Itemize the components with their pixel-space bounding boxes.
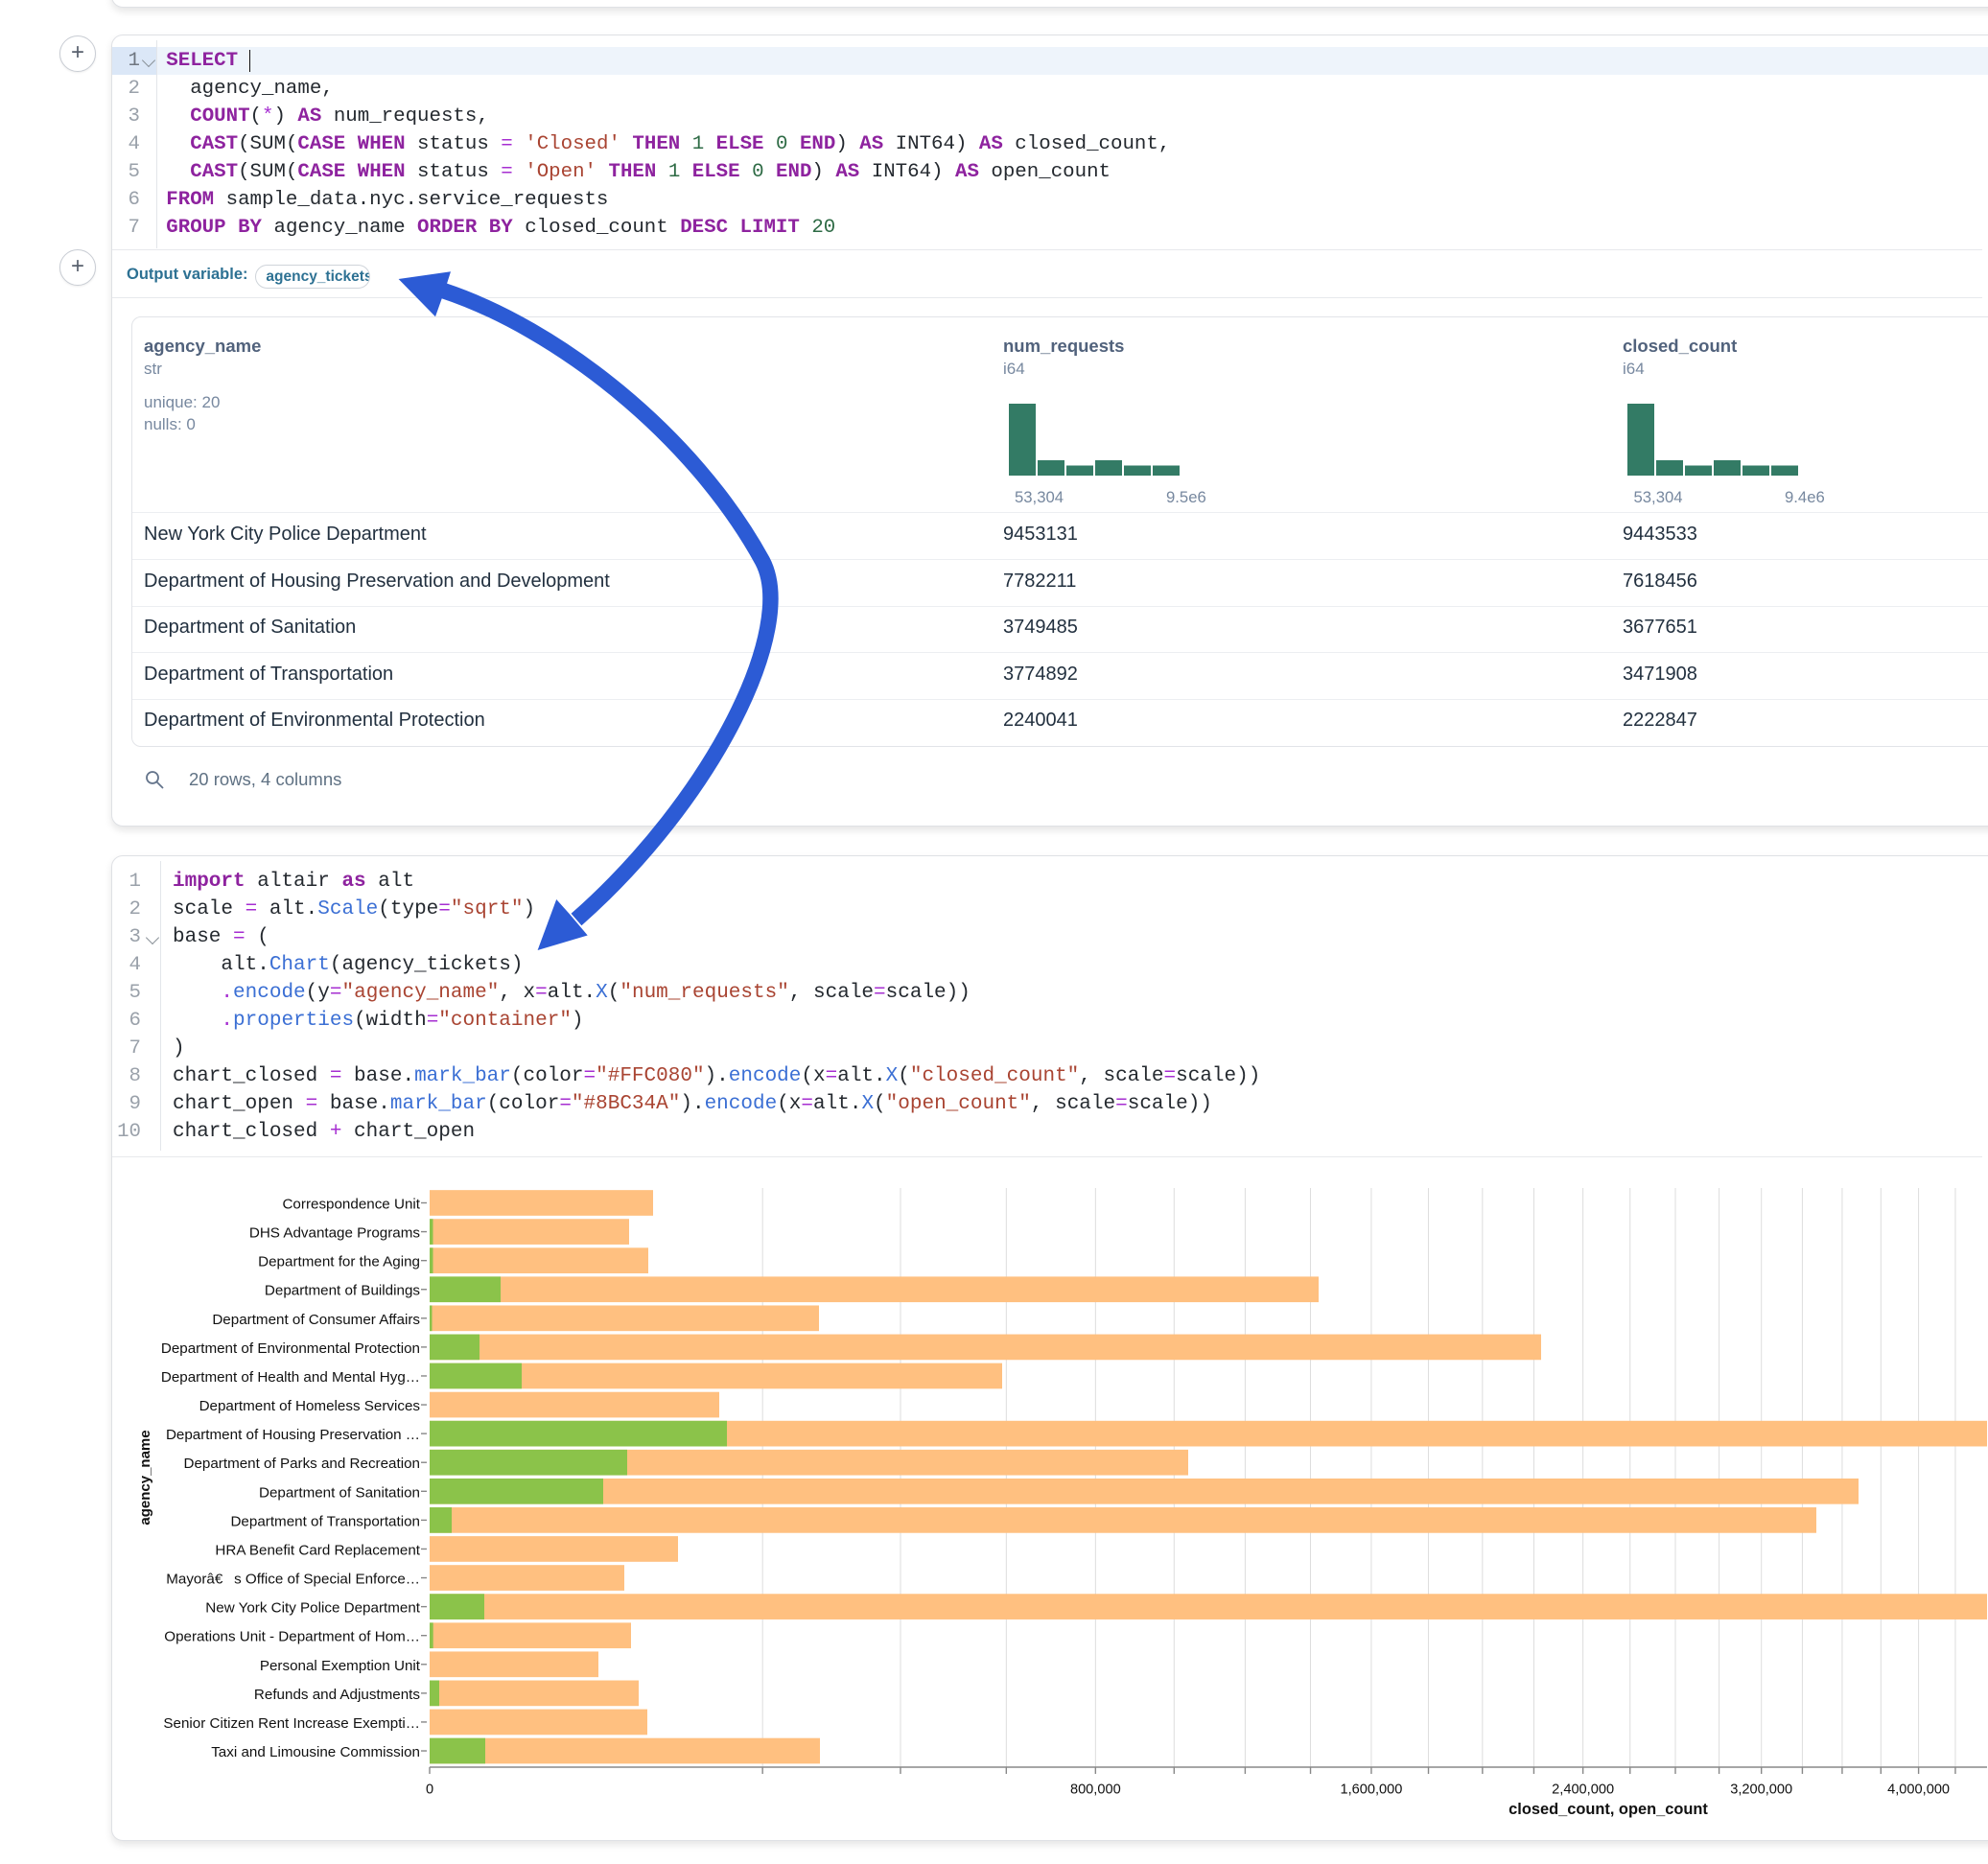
svg-text:New York City Police Departmen: New York City Police Department: [205, 1600, 420, 1617]
svg-text:Department of Buildings: Department of Buildings: [265, 1283, 420, 1299]
svg-text:Mayorâ€ s Office of Special E: Mayorâ€ s Office of Special Enforce…: [166, 1572, 420, 1588]
svg-text:DHS Advantage Programs: DHS Advantage Programs: [249, 1225, 421, 1242]
svg-text:Personal Exemption Unit: Personal Exemption Unit: [260, 1658, 421, 1674]
svg-text:Department of Homeless Service: Department of Homeless Services: [199, 1398, 421, 1414]
svg-text:Department of Consumer Affairs: Department of Consumer Affairs: [212, 1312, 420, 1328]
svg-text:3,200,000: 3,200,000: [1730, 1782, 1792, 1798]
svg-text:4,000,000: 4,000,000: [1887, 1782, 1950, 1798]
svg-text:Department for the Aging: Department for the Aging: [258, 1254, 420, 1270]
svg-text:Senior Citizen Rent Increase E: Senior Citizen Rent Increase Exempti…: [163, 1715, 420, 1732]
svg-text:Refunds and Adjustments: Refunds and Adjustments: [254, 1687, 420, 1703]
svg-text:Department of Health and Menta: Department of Health and Mental Hyg…: [161, 1369, 420, 1386]
svg-text:agency_name: agency_name: [137, 1430, 153, 1525]
svg-text:1,600,000: 1,600,000: [1340, 1782, 1402, 1798]
svg-text:Department of Transportation: Department of Transportation: [230, 1513, 420, 1529]
svg-text:Operations Unit - Department o: Operations Unit - Department of Hom…: [164, 1629, 420, 1645]
svg-text:Department of Parks and Recrea: Department of Parks and Recreation: [183, 1456, 420, 1472]
svg-text:800,000: 800,000: [1070, 1782, 1121, 1798]
svg-text:0: 0: [426, 1782, 433, 1798]
svg-text:Correspondence Unit: Correspondence Unit: [282, 1197, 420, 1213]
svg-text:Department of Environmental Pr: Department of Environmental Protection: [161, 1340, 420, 1357]
svg-text:Department of Housing Preserva: Department of Housing Preservation …: [166, 1427, 420, 1443]
svg-text:Taxi and Limousine Commission: Taxi and Limousine Commission: [211, 1744, 420, 1760]
svg-text:Department of Sanitation: Department of Sanitation: [259, 1484, 420, 1501]
svg-text:closed_count, open_count: closed_count, open_count: [1509, 1801, 1708, 1818]
svg-text:2,400,000: 2,400,000: [1552, 1782, 1614, 1798]
svg-text:HRA Benefit Card Replacement: HRA Benefit Card Replacement: [215, 1542, 420, 1558]
